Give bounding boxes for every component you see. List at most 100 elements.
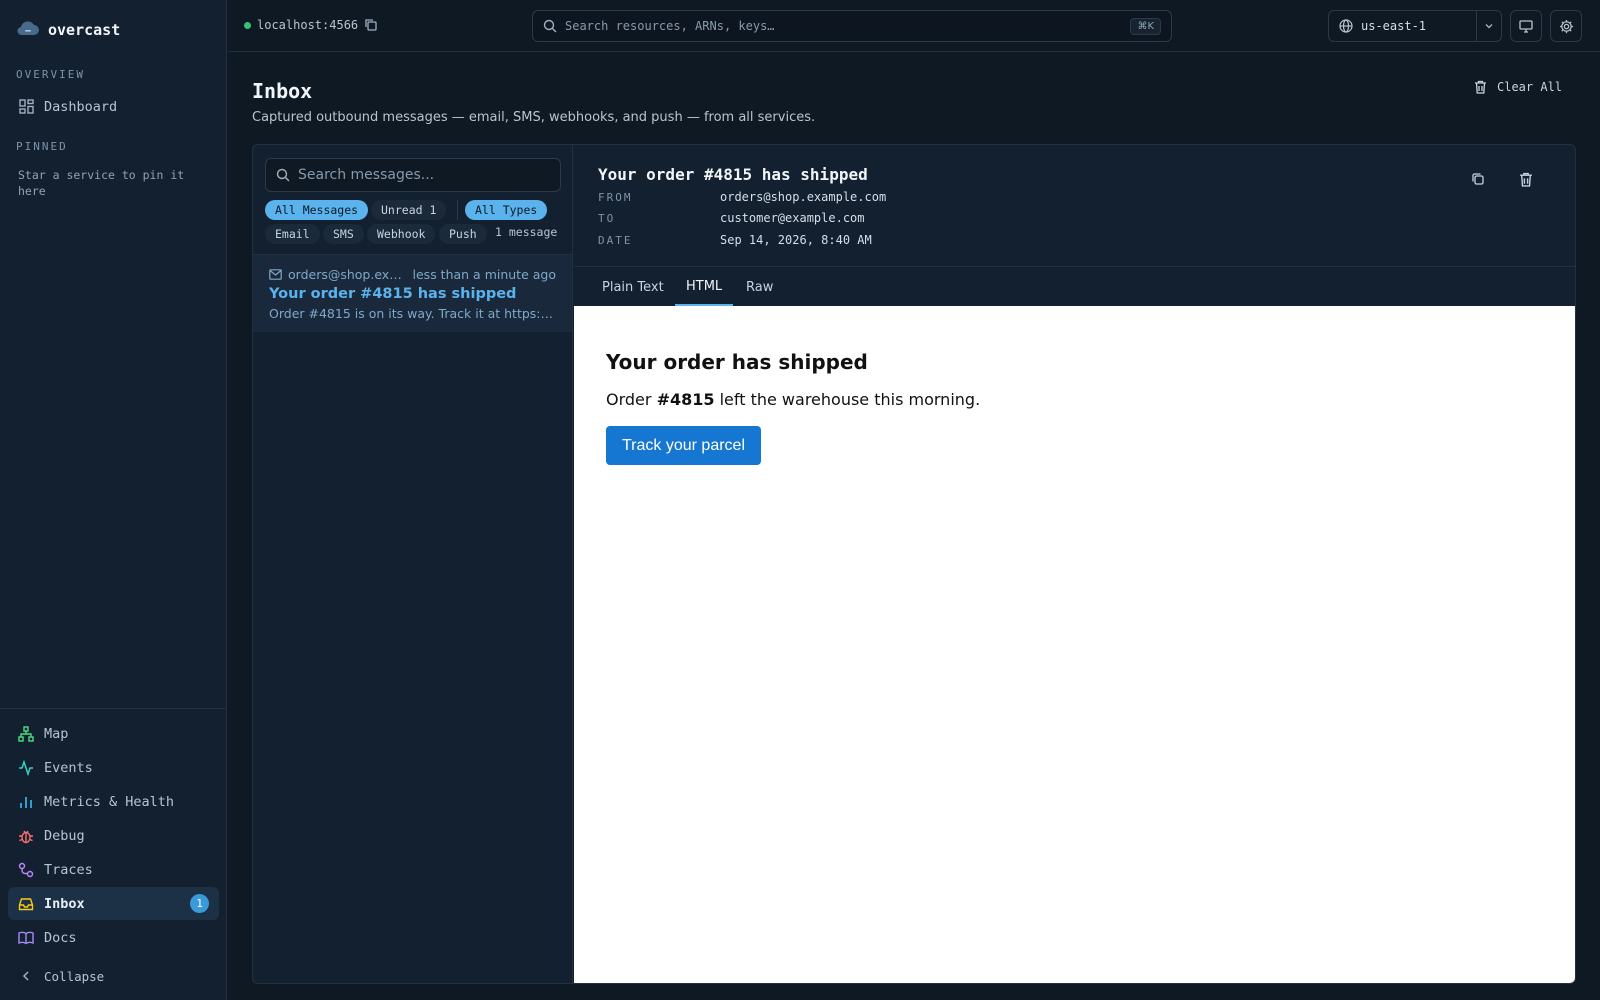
sidebar-item-debug[interactable]: Debug (8, 819, 219, 852)
tab-raw[interactable]: Raw (742, 268, 777, 306)
trash-icon (1519, 172, 1533, 187)
to-label: TO (598, 212, 616, 225)
message-time: less than a minute ago (412, 267, 556, 282)
dashboard-icon (18, 99, 34, 115)
sidebar-item-inbox[interactable]: Inbox 1 (8, 887, 219, 920)
collapse-label: Collapse (44, 968, 105, 984)
copy-message-button[interactable] (1468, 169, 1488, 189)
message-search[interactable] (265, 158, 561, 192)
copy-icon[interactable] (364, 18, 378, 32)
message-count: 1 message (495, 225, 558, 239)
clear-all-button[interactable]: Clear All (1474, 80, 1562, 94)
globe-icon (1339, 19, 1353, 33)
sidebar-item-label: Traces (44, 861, 93, 878)
tab-plain-text[interactable]: Plain Text (598, 268, 668, 306)
page-title: Inbox (252, 79, 313, 103)
endpoint-host: localhost:4566 (244, 18, 378, 32)
sidebar-item-map[interactable]: Map (8, 717, 219, 750)
track-parcel-button[interactable]: Track your parcel (606, 426, 761, 465)
email-body-pre: Order (606, 390, 657, 409)
collapse-button[interactable]: Collapse (8, 960, 219, 992)
email-body: Order #4815 left the warehouse this morn… (606, 390, 980, 409)
list-item[interactable]: orders@shop.example.com less than a minu… (253, 255, 572, 332)
from-label: FROM (598, 191, 633, 204)
map-icon (18, 725, 34, 742)
from-value: orders@shop.example.com (720, 190, 887, 204)
delete-message-button[interactable] (1516, 169, 1536, 189)
inbox-icon (18, 896, 34, 912)
region-label: us-east-1 (1361, 19, 1427, 33)
sidebar-divider (0, 708, 227, 709)
cloud-logo-icon (16, 20, 40, 40)
message-search-input[interactable] (298, 167, 550, 183)
to-value: customer@example.com (720, 211, 865, 225)
tab-html[interactable]: HTML (675, 268, 734, 306)
sidebar-item-traces[interactable]: Traces (8, 853, 219, 886)
book-icon (18, 930, 34, 946)
message-header: Your order #4815 has shipped FROM orders… (574, 145, 1575, 267)
email-preview: Your order has shipped Order #4815 left … (574, 306, 1575, 983)
sidebar-item-label: Debug (44, 827, 85, 844)
inbox-panel: All Messages Unread 1 All Types Email SM… (252, 144, 1576, 984)
filter-webhook[interactable]: Webhook (367, 224, 436, 244)
status-dot (244, 21, 251, 29)
overview-section-label: OVERVIEW (16, 68, 85, 81)
gear-icon (1559, 19, 1574, 34)
global-search-input[interactable] (565, 19, 1123, 33)
filter-separator (457, 200, 458, 220)
email-heading: Your order has shipped (606, 350, 868, 374)
chevron-left-icon (18, 968, 34, 984)
message-subject: Your order #4815 has shipped (269, 286, 517, 302)
global-search[interactable]: ⌘K (532, 10, 1172, 42)
mail-icon (269, 269, 282, 280)
filter-unread-label: Unread (381, 203, 423, 217)
sidebar-item-metrics-health[interactable]: Metrics & Health (8, 785, 219, 818)
filter-unread[interactable]: Unread 1 (371, 200, 447, 220)
page-subtitle: Captured outbound messages — email, SMS,… (252, 110, 816, 125)
search-icon (543, 19, 557, 33)
clear-all-label: Clear All (1497, 80, 1563, 94)
date-label: DATE (598, 234, 633, 247)
filter-sms[interactable]: SMS (323, 224, 364, 244)
region-selector[interactable]: us-east-1 (1328, 10, 1502, 42)
sidebar-item-dashboard[interactable]: Dashboard (8, 90, 219, 123)
email-order-number: #4815 (656, 390, 715, 409)
message-preview: Order #4815 is on its way. Track it at h… (269, 306, 556, 321)
host-label: localhost:4566 (257, 18, 359, 32)
sidebar-item-label: Events (44, 759, 93, 776)
region-dropdown-toggle[interactable] (1477, 21, 1501, 31)
activity-icon (18, 759, 34, 776)
sidebar-item-label: Dashboard (44, 98, 118, 115)
filter-all-messages[interactable]: All Messages (265, 200, 369, 220)
region-value[interactable]: us-east-1 (1329, 11, 1477, 41)
filter-push[interactable]: Push (439, 224, 487, 244)
brand-name: overcast (48, 21, 121, 39)
copy-icon (1471, 172, 1485, 186)
sidebar-item-label: Map (44, 725, 69, 742)
sidebar-item-label: Metrics & Health (44, 793, 175, 810)
message-list-pane: All Messages Unread 1 All Types Email SM… (253, 145, 573, 983)
chevron-down-icon (1484, 21, 1494, 31)
trash-icon (1474, 80, 1487, 94)
search-shortcut: ⌘K (1130, 17, 1161, 35)
detail-subject: Your order #4815 has shipped (598, 165, 868, 184)
pinned-section-label: PINNED (16, 140, 68, 153)
brand[interactable]: overcast (16, 20, 120, 40)
message-detail: Your order #4815 has shipped FROM orders… (574, 145, 1575, 983)
settings-button[interactable] (1550, 10, 1582, 42)
search-icon (276, 168, 290, 182)
sidebar-item-docs[interactable]: Docs (8, 921, 219, 954)
sidebar: overcast OVERVIEW Dashboard PINNED Star … (0, 0, 227, 1000)
date-value: Sep 14, 2026, 8:40 AM (720, 233, 872, 247)
filter-all-types[interactable]: All Types (465, 200, 548, 220)
traces-icon (18, 862, 34, 878)
sidebar-item-label: Docs (44, 929, 77, 946)
display-button[interactable] (1510, 10, 1542, 42)
message-from: orders@shop.example.com (288, 267, 406, 282)
view-tabs: Plain Text HTML Raw (574, 268, 1575, 306)
unread-count: 1 (429, 203, 437, 217)
sidebar-item-label: Inbox (44, 895, 85, 912)
inbox-count-badge: 1 (190, 894, 209, 913)
filter-email[interactable]: Email (265, 224, 320, 244)
sidebar-item-events[interactable]: Events (8, 751, 219, 784)
